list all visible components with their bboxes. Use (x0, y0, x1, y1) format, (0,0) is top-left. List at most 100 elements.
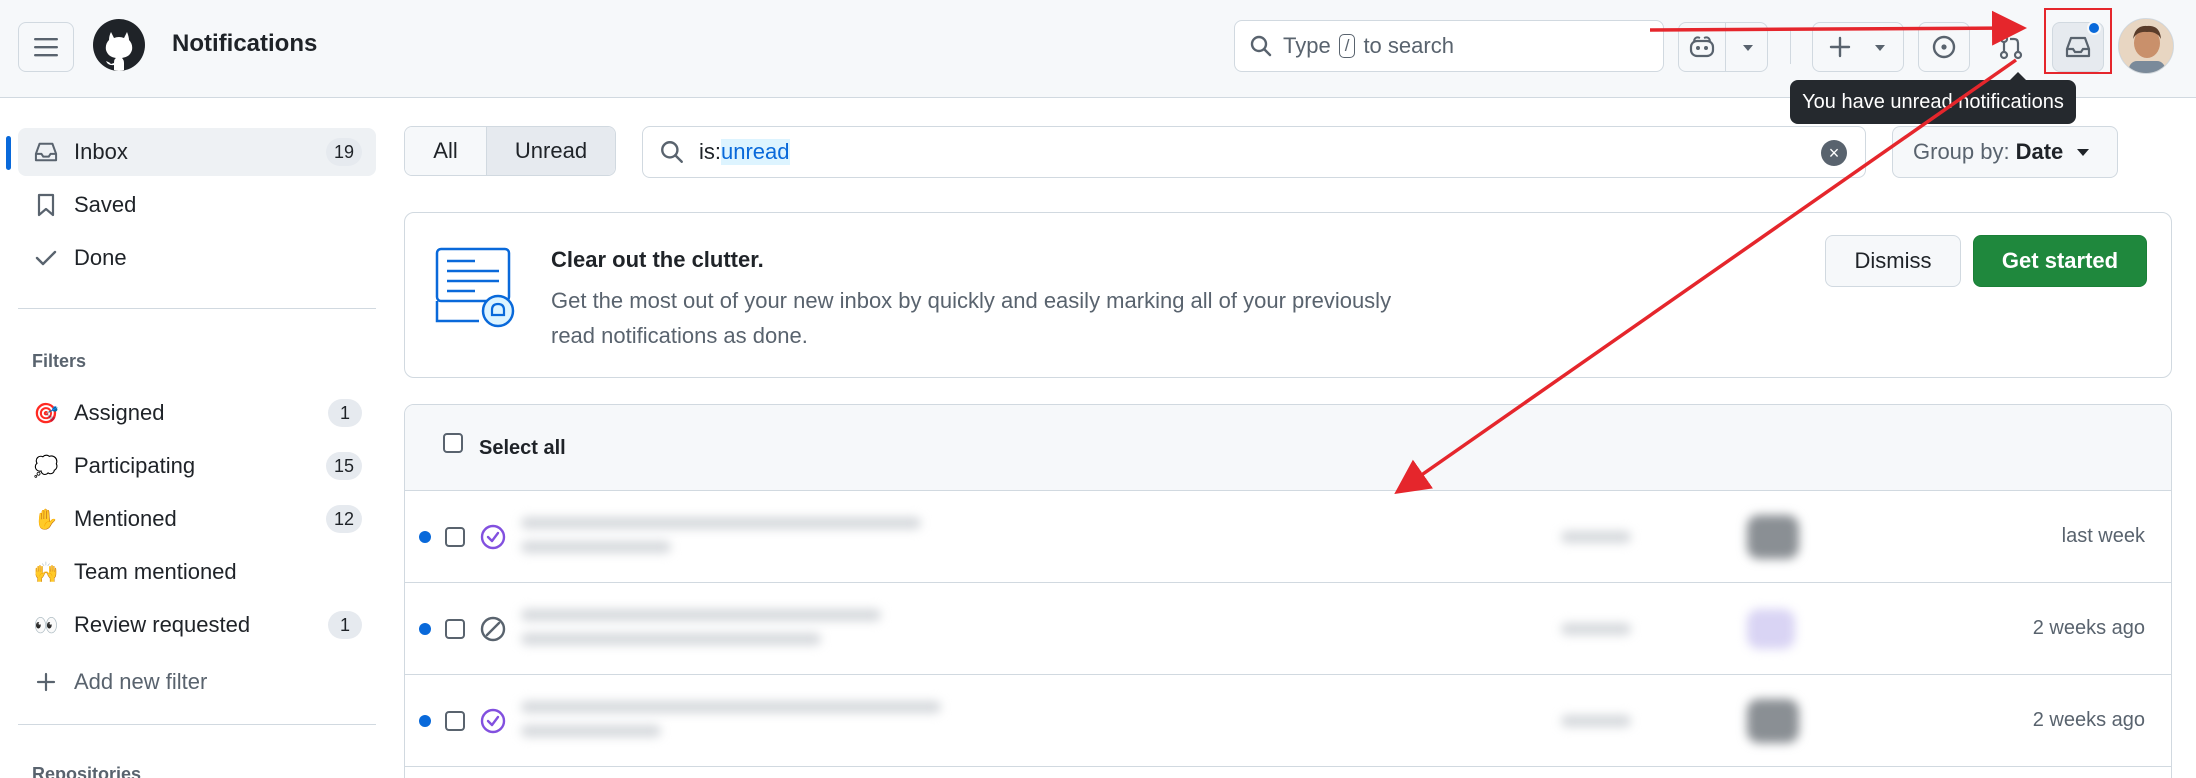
sidebar-item-done[interactable]: Done (18, 234, 376, 282)
sidebar-divider (18, 724, 376, 725)
bookmark-icon (32, 191, 60, 219)
repositories-heading: Repositories (32, 764, 142, 778)
participating-count-badge: 15 (325, 452, 362, 480)
copilot-icon (1689, 36, 1715, 58)
raised-hands-icon: 🙌 (33, 560, 59, 584)
clear-icon[interactable]: × (1821, 140, 1847, 166)
redacted-content (511, 497, 1947, 577)
inbox-icon (32, 138, 60, 166)
sidebar-item-inbox[interactable]: Inbox 19 (6, 128, 376, 176)
banner-description-line: Get the most out of your new inbox by qu… (551, 288, 1392, 313)
sidebar-item-label: Saved (74, 192, 137, 217)
read-state-toggle: All Unread (404, 126, 616, 176)
add-new-filter-link[interactable]: Add new filter (18, 658, 376, 706)
plus-icon (1829, 36, 1851, 58)
search-icon (1250, 35, 1272, 57)
issue-opened-icon (1932, 35, 1956, 59)
notification-row[interactable]: 2 weeks ago (405, 675, 2171, 767)
review-requested-count-badge: 1 (328, 611, 362, 639)
row-checkbox[interactable] (445, 619, 465, 639)
unread-dot (419, 531, 431, 543)
annotation-highlight-box (2044, 8, 2112, 74)
select-all-label[interactable]: Select all (479, 437, 566, 460)
tab-unread[interactable]: Unread (487, 127, 615, 175)
menu-button[interactable] (18, 22, 74, 72)
search-shortcut-key: / (1338, 34, 1356, 58)
assigned-count-badge: 1 (328, 399, 362, 427)
sidebar-item-assigned[interactable]: 🎯 Assigned 1 (18, 389, 376, 437)
banner-title: Clear out the clutter. (551, 247, 764, 272)
filters-heading: Filters (32, 351, 87, 371)
sidebar-item-mentioned[interactable]: ✋ Mentioned 12 (18, 495, 376, 543)
search-icon (661, 141, 683, 163)
sidebar-item-label: Review requested (74, 612, 251, 637)
avatar-photo-icon (2119, 19, 2173, 73)
eyes-icon: 👀 (33, 613, 59, 637)
github-logo-icon[interactable] (92, 18, 146, 72)
sidebar-item-participating[interactable]: 💭 Participating 15 (18, 442, 376, 490)
sidebar-item-saved[interactable]: Saved (18, 181, 376, 229)
banner-description: Get the most out of your new inbox by qu… (551, 283, 1481, 353)
group-by-dropdown[interactable]: Group by: Date (1892, 126, 2118, 178)
mentioned-count-badge: 12 (325, 505, 362, 533)
row-checkbox[interactable] (445, 527, 465, 547)
pull-requests-button[interactable] (1986, 22, 2036, 72)
tab-all[interactable]: All (405, 127, 487, 175)
inbox-count-badge: 19 (325, 138, 362, 166)
sidebar-item-label: Participating (74, 453, 196, 478)
sidebar-item-label: Assigned (74, 400, 165, 425)
user-avatar[interactable] (2118, 18, 2174, 74)
skip-icon (480, 616, 506, 642)
raised-hand-icon: ✋ (33, 507, 59, 531)
hamburger-icon (34, 38, 58, 57)
create-new-button[interactable] (1812, 22, 1904, 72)
notification-row[interactable]: 2 weeks ago (405, 583, 2171, 675)
query-qualifier: is: (699, 139, 721, 164)
group-by-value: Date (2015, 139, 2064, 164)
sidebar-item-team-mentioned[interactable]: 🙌 Team mentioned (18, 548, 376, 596)
header-divider (1790, 30, 1791, 64)
notification-list: Select all last week 2 weeks ago 2 weeks… (404, 404, 2172, 778)
copilot-button[interactable] (1678, 22, 1768, 72)
sidebar-item-review-requested[interactable]: 👀 Review requested 1 (18, 601, 376, 649)
check-icon (32, 244, 60, 272)
sidebar-item-label: Mentioned (74, 506, 177, 531)
thought-bubble-icon: 💭 (33, 454, 59, 478)
unread-dot (419, 623, 431, 635)
banner-description-line: read notifications as done. (551, 323, 808, 348)
page-title: Notifications (172, 30, 318, 57)
row-checkbox[interactable] (445, 711, 465, 731)
list-header: Select all (405, 405, 2171, 491)
inbox-zero-illustration-icon (435, 247, 515, 328)
group-by-label: Group by: (1913, 139, 2010, 164)
row-timestamp: 2 weeks ago (2032, 617, 2145, 639)
clear-clutter-banner: Clear out the clutter. Get the most out … (404, 212, 2172, 378)
row-timestamp: last week (2061, 525, 2145, 547)
sidebar-item-label: Inbox (74, 139, 128, 164)
chevron-down-icon (2077, 148, 2090, 156)
sidebar-item-label: Team mentioned (74, 559, 237, 584)
pull-request-icon (1999, 34, 2023, 60)
row-timestamp: 2 weeks ago (2032, 709, 2145, 731)
add-new-filter-label: Add new filter (74, 669, 208, 694)
plus-icon (32, 668, 60, 696)
search-placeholder-prefix: Type (1283, 33, 1331, 58)
redacted-content (511, 681, 1947, 761)
unread-dot (419, 715, 431, 727)
issue-closed-icon (480, 708, 506, 734)
notification-row[interactable]: last week (405, 491, 2171, 583)
copilot-divider (1725, 23, 1726, 71)
sidebar-divider (18, 308, 376, 309)
global-search-input[interactable]: Type / to search (1234, 20, 1664, 72)
notification-filter-input[interactable]: is: unread × (642, 126, 1866, 178)
search-placeholder-suffix: to search (1363, 33, 1454, 58)
chevron-down-icon[interactable] (1741, 43, 1755, 53)
select-all-checkbox[interactable] (443, 433, 463, 453)
issue-closed-icon (480, 524, 506, 550)
unread-notifications-tooltip: You have unread notifications (1790, 72, 2076, 124)
chevron-down-icon (1875, 45, 1885, 51)
target-icon: 🎯 (33, 401, 59, 425)
dismiss-button[interactable]: Dismiss (1825, 235, 1961, 287)
issues-button[interactable] (1918, 22, 1970, 72)
get-started-button[interactable]: Get started (1973, 235, 2147, 287)
